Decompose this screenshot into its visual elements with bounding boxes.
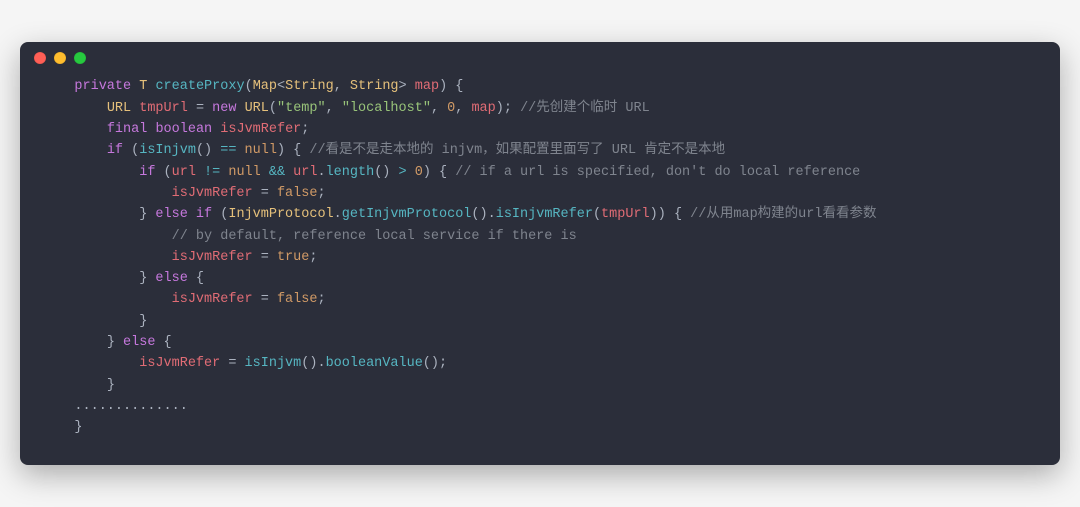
- code-block: private T createProxy(Map<String, String…: [20, 70, 1060, 465]
- minimize-icon[interactable]: [54, 52, 66, 64]
- code-line: }: [42, 417, 1038, 438]
- code-line: isJvmRefer = false;: [42, 183, 1038, 204]
- code-line: } else {: [42, 332, 1038, 353]
- code-line: ..............: [42, 396, 1038, 417]
- code-line: final boolean isJvmRefer;: [42, 119, 1038, 140]
- code-line: isJvmRefer = false;: [42, 289, 1038, 310]
- code-window: private T createProxy(Map<String, String…: [20, 42, 1060, 465]
- code-line: // by default, reference local service i…: [42, 226, 1038, 247]
- code-line: isJvmRefer = isInjvm().booleanValue();: [42, 353, 1038, 374]
- code-line: URL tmpUrl = new URL("temp", "localhost"…: [42, 98, 1038, 119]
- code-line: private T createProxy(Map<String, String…: [42, 76, 1038, 97]
- zoom-icon[interactable]: [74, 52, 86, 64]
- code-line: }: [42, 375, 1038, 396]
- code-line: } else {: [42, 268, 1038, 289]
- close-icon[interactable]: [34, 52, 46, 64]
- code-line: if (isInjvm() == null) { //看是不是走本地的 injv…: [42, 140, 1038, 161]
- code-line: if (url != null && url.length() > 0) { /…: [42, 162, 1038, 183]
- window-titlebar: [20, 42, 1060, 70]
- code-line: }: [42, 311, 1038, 332]
- code-line: } else if (InjvmProtocol.getInjvmProtoco…: [42, 204, 1038, 225]
- code-line: isJvmRefer = true;: [42, 247, 1038, 268]
